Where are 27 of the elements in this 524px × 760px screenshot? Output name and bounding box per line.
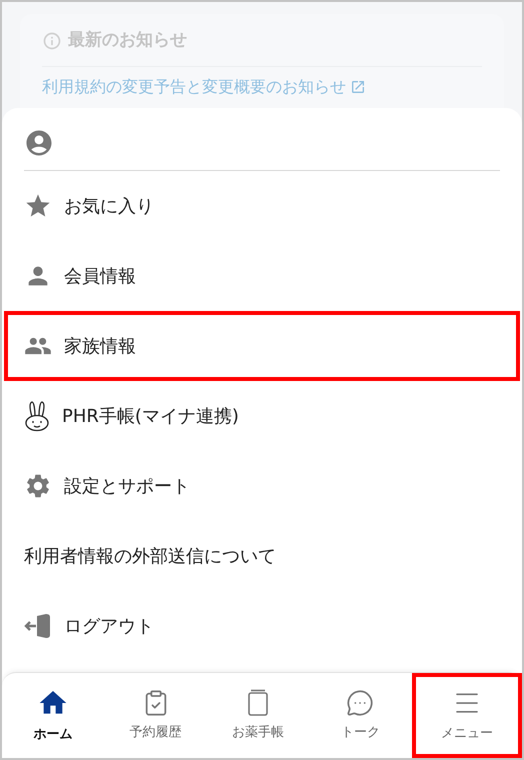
- menu-item[interactable]: 家族情報: [4, 311, 520, 381]
- chat-icon: [346, 688, 374, 717]
- book-icon: [247, 688, 270, 717]
- menu-label: お気に入り: [64, 194, 154, 218]
- tab[interactable]: メニュー: [412, 673, 522, 758]
- settings-icon: [24, 472, 52, 500]
- account-icon[interactable]: [24, 128, 54, 158]
- tab[interactable]: トーク: [309, 673, 412, 758]
- menu-label: 利用者情報の外部送信について: [24, 544, 276, 568]
- menu-label: 家族情報: [64, 334, 136, 358]
- menu-label: ログアウト: [64, 614, 154, 638]
- menu-item[interactable]: ログアウト: [4, 591, 520, 661]
- menu-item[interactable]: 会員情報: [4, 241, 520, 311]
- menu-label: 設定とサポート: [64, 474, 190, 498]
- menu-label: 会員情報: [64, 264, 136, 288]
- menu-item[interactable]: 設定とサポート: [4, 451, 520, 521]
- tab[interactable]: お薬手帳: [206, 673, 310, 758]
- menu-label: PHR手帳(マイナ連携): [62, 404, 239, 428]
- menu-item[interactable]: お気に入り: [4, 171, 520, 241]
- external-link-icon: [350, 78, 366, 94]
- logout-icon: [24, 613, 52, 639]
- tab[interactable]: 予約履歴: [104, 673, 207, 758]
- rabbit-icon: [24, 400, 50, 432]
- menu-item[interactable]: 利用者情報の外部送信について: [4, 521, 520, 591]
- tab[interactable]: ホーム: [2, 673, 104, 758]
- info-icon: [42, 30, 62, 51]
- menu-item[interactable]: PHR手帳(マイナ連携): [4, 381, 520, 451]
